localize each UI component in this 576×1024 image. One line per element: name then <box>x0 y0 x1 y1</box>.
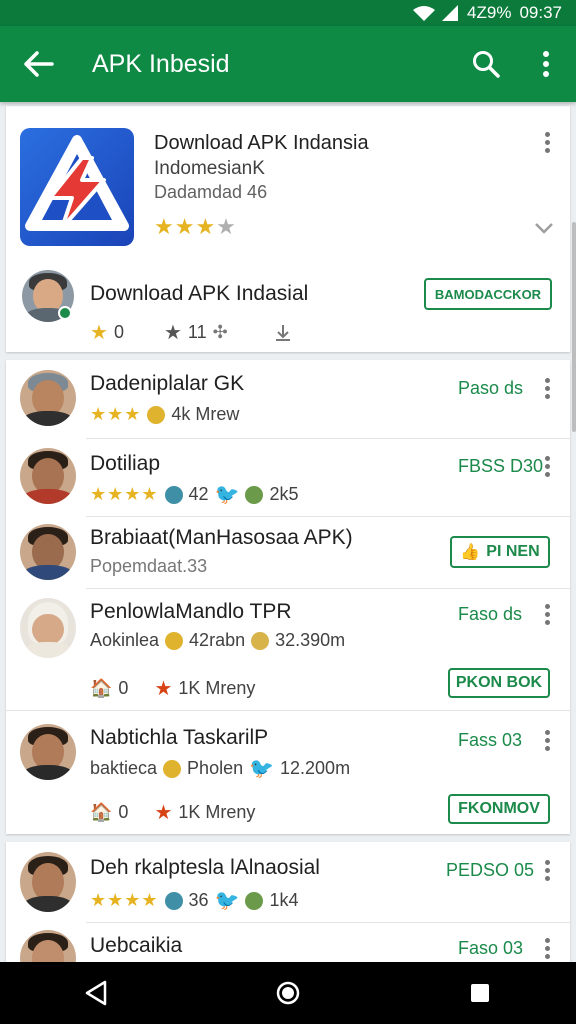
featured-user-name: Download APK Indasial <box>90 282 309 305</box>
price-label: Faso 03 <box>458 938 524 958</box>
face-icon <box>245 485 264 504</box>
puzzle-icon: ✣ <box>212 322 228 342</box>
bird-icon: 🐦 <box>214 890 240 912</box>
app-rating: ★★★★ <box>154 214 236 240</box>
arrow-back-icon <box>24 51 54 77</box>
more-button[interactable] <box>537 726 557 754</box>
list-item-meta: baktieca Pholen 🐦 12.200m <box>90 758 351 780</box>
nav-recents-button[interactable] <box>450 962 510 1024</box>
app-list-card: Deh rkalptesla lAlnaosial ★★★★ 36 🐦 1k4 … <box>6 842 570 962</box>
action-button[interactable]: FKONMOV <box>448 794 550 824</box>
price-label: FBSS D30 <box>458 456 544 476</box>
home-icon[interactable]: 🏠 <box>90 802 112 823</box>
featured-app-card[interactable]: Download APK Indansia IndomesianK Dadamd… <box>6 106 570 352</box>
signal-icon <box>441 5 459 21</box>
circle-home-icon <box>276 981 300 1005</box>
avatar[interactable] <box>20 448 76 504</box>
face-icon <box>245 891 264 910</box>
star-icon: ★ <box>90 322 108 344</box>
content-scroll[interactable]: Download APK Indansia IndomesianK Dadamd… <box>0 102 576 962</box>
rating-star-empty: ★ <box>216 214 236 239</box>
search-icon <box>473 51 500 78</box>
avatar[interactable] <box>20 930 76 962</box>
list-item-meta: Popemdaat.33 <box>90 556 208 576</box>
more-button[interactable] <box>537 452 557 480</box>
status-bar: 4Z9% 09:37 <box>0 0 576 26</box>
bird-icon: 🐦 <box>214 484 240 506</box>
avatar[interactable] <box>20 724 76 780</box>
list-item-actions: 🏠 0 ★ 1K Mreny <box>90 676 256 701</box>
app-bar: APK Inbesid <box>0 26 576 102</box>
list-item-meta: Aokinlea 42rabn 32.390m <box>90 630 346 650</box>
list-item-actions: 🏠 0 ★ 1K Mreny <box>90 800 256 825</box>
avatar[interactable] <box>20 852 76 912</box>
badge-icon <box>164 891 183 910</box>
battery-percent: 4Z9% <box>467 3 512 22</box>
page-title: APK Inbesid <box>92 49 230 78</box>
price-label: Paso ds <box>458 378 524 398</box>
system-nav-bar <box>0 962 576 1024</box>
home-icon[interactable]: 🏠 <box>90 678 112 699</box>
nav-back-button[interactable] <box>66 962 126 1024</box>
price-label: PEDSO 05 <box>446 860 535 880</box>
avatar[interactable] <box>20 370 76 426</box>
thumb-icon: 👍 <box>460 544 481 561</box>
list-item-title[interactable]: Nabtichla TaskarilP <box>90 726 268 750</box>
avatar[interactable] <box>20 524 76 580</box>
back-button[interactable] <box>0 26 78 102</box>
list-item-title[interactable]: Uebcaikia <box>90 934 182 958</box>
list-item-title[interactable]: Dotiliap <box>90 452 160 476</box>
avatar[interactable] <box>20 598 76 658</box>
list-item-title[interactable]: Dadeniplalar GK <box>90 372 244 396</box>
list-item-meta: ★★★★ 42 🐦 2k5 <box>90 484 299 506</box>
more-vert-icon <box>543 51 549 77</box>
list-item-title[interactable]: PenlowlaMandlo TPR <box>90 600 292 624</box>
app-title: Download APK Indansia <box>154 132 369 154</box>
nav-home-button[interactable] <box>258 962 318 1024</box>
price-label: Fass 03 <box>458 730 523 750</box>
coin-icon <box>147 405 166 424</box>
bird-icon: 🐦 <box>249 758 275 780</box>
featured-user-stats: ★ 0 ★ 11 ✣ <box>90 320 292 345</box>
overflow-menu-button[interactable] <box>516 26 576 102</box>
chevron-down-icon[interactable] <box>534 222 554 234</box>
search-button[interactable] <box>456 26 516 102</box>
list-item-meta: ★★★★ 36 🐦 1k4 <box>90 890 299 912</box>
app-developer: IndomesianK <box>154 158 265 179</box>
face-icon <box>251 631 270 650</box>
action-button[interactable]: PKON BOK <box>448 668 550 698</box>
rating-stars: ★★★ <box>154 214 217 239</box>
star-icon: ★ <box>163 322 182 344</box>
scrollbar[interactable] <box>572 222 576 432</box>
more-button[interactable] <box>537 600 557 628</box>
app-list-card: Dadeniplalar GK ★★★ 4k Mrew Paso ds Doti… <box>6 360 570 834</box>
clock: 09:37 <box>519 3 562 22</box>
triangle-back-icon <box>85 980 107 1006</box>
star-icon[interactable]: ★ <box>154 676 172 701</box>
badge-icon <box>164 485 183 504</box>
list-item-meta: ★★★ 4k Mrew <box>90 404 240 424</box>
list-item-title[interactable]: Deh rkalptesla lAlnaosial <box>90 856 320 880</box>
square-recents-icon <box>471 984 489 1002</box>
app-more-button[interactable] <box>537 128 557 156</box>
featured-action-button[interactable]: BAMODACCKOR <box>424 278 552 310</box>
coin-icon <box>165 631 184 650</box>
app-downloads: Dadamdad 46 <box>154 182 268 202</box>
coin-icon <box>163 759 182 778</box>
download-icon[interactable] <box>274 324 292 342</box>
app-logo-icon <box>25 135 129 231</box>
price-label: Faso ds <box>458 604 523 624</box>
app-icon[interactable] <box>20 128 134 246</box>
verified-badge <box>58 306 72 320</box>
more-button[interactable] <box>537 856 557 884</box>
list-item-title[interactable]: Brabiaat(ManHasosaa APK) <box>90 526 353 550</box>
install-button[interactable]: 👍 PI NEN <box>450 536 550 568</box>
more-button[interactable] <box>537 374 557 402</box>
star-icon[interactable]: ★ <box>154 800 172 825</box>
wifi-icon <box>413 6 436 21</box>
more-button[interactable] <box>537 934 557 962</box>
